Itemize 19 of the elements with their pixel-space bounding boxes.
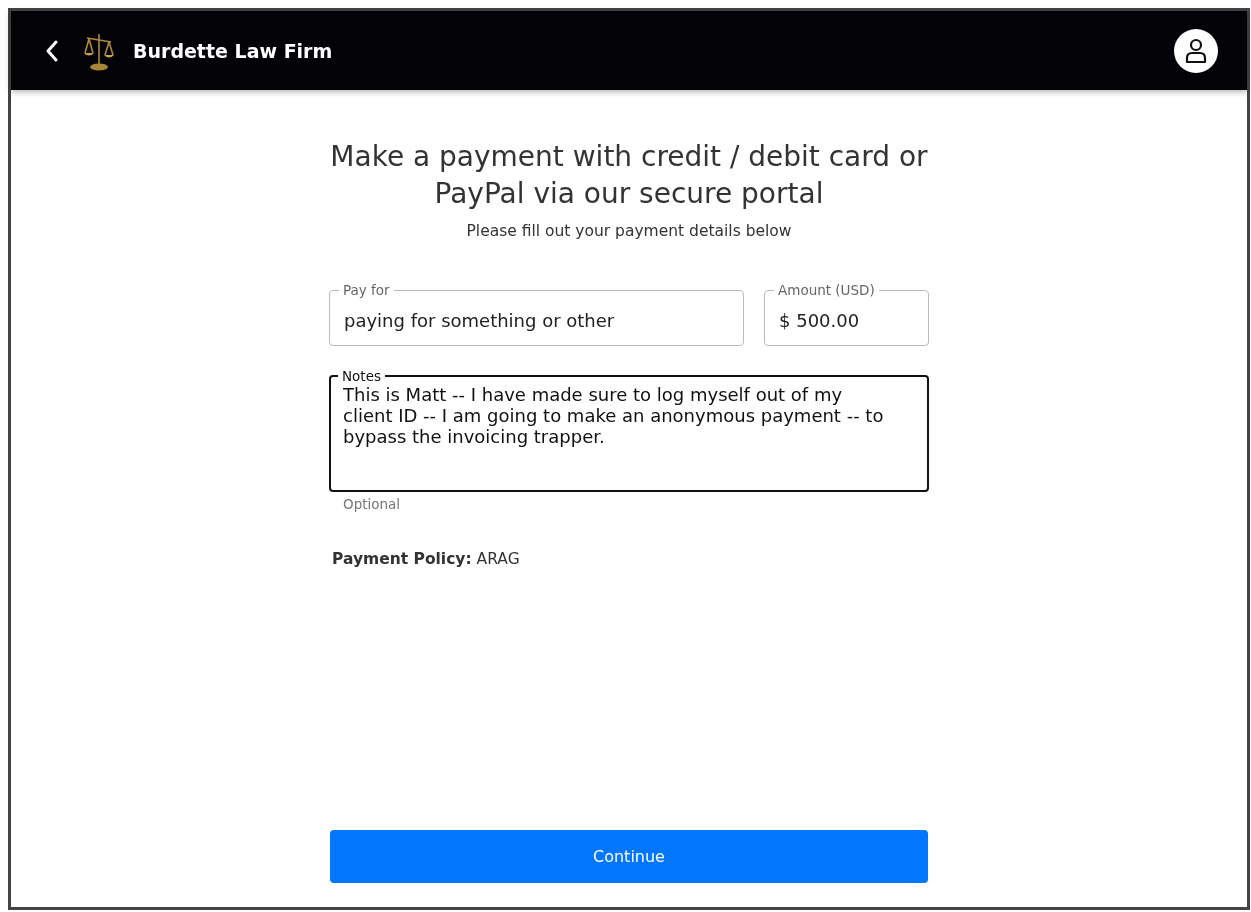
pay-for-field[interactable]: Pay for paying for something or other bbox=[329, 282, 744, 346]
notes-text[interactable]: This is Matt -- I have made sure to log myself out of my client ID -- I am going to make an anonymous payment -- to bypass the invoicing trapper. bbox=[343, 384, 888, 480]
back-button[interactable] bbox=[45, 39, 59, 62]
amount-field[interactable]: Amount (USD) $ 500.00 bbox=[764, 282, 929, 346]
text-input[interactable]: paying for something or other bbox=[344, 310, 729, 331]
user-icon bbox=[1184, 37, 1208, 64]
helper-text: Optional bbox=[343, 496, 401, 512]
text-input[interactable]: $ 500.00 bbox=[779, 310, 914, 331]
field-label: Amount (USD) bbox=[777, 282, 876, 298]
continue-button[interactable]: Continue bbox=[330, 830, 928, 883]
field-label: Pay for bbox=[342, 282, 391, 298]
notes-field[interactable]: Notes This is Matt -- I have made sure to log myself out of my client ID -- I am going to make an anonymous payment -- to bypass the invoicing trapper. bbox=[329, 368, 929, 492]
firm-name: Burdette Law Firm bbox=[133, 39, 334, 62]
back-icon bbox=[45, 39, 59, 62]
payment-policy: Payment Policy: ARAG bbox=[332, 550, 520, 568]
profile-button[interactable] bbox=[1174, 28, 1218, 73]
field-label: Notes bbox=[341, 368, 382, 384]
page-subheading: Please fill out your payment details below bbox=[466, 222, 792, 240]
page-heading: Make a payment with credit / debit card or PayPal via our secure portal bbox=[329, 139, 929, 212]
